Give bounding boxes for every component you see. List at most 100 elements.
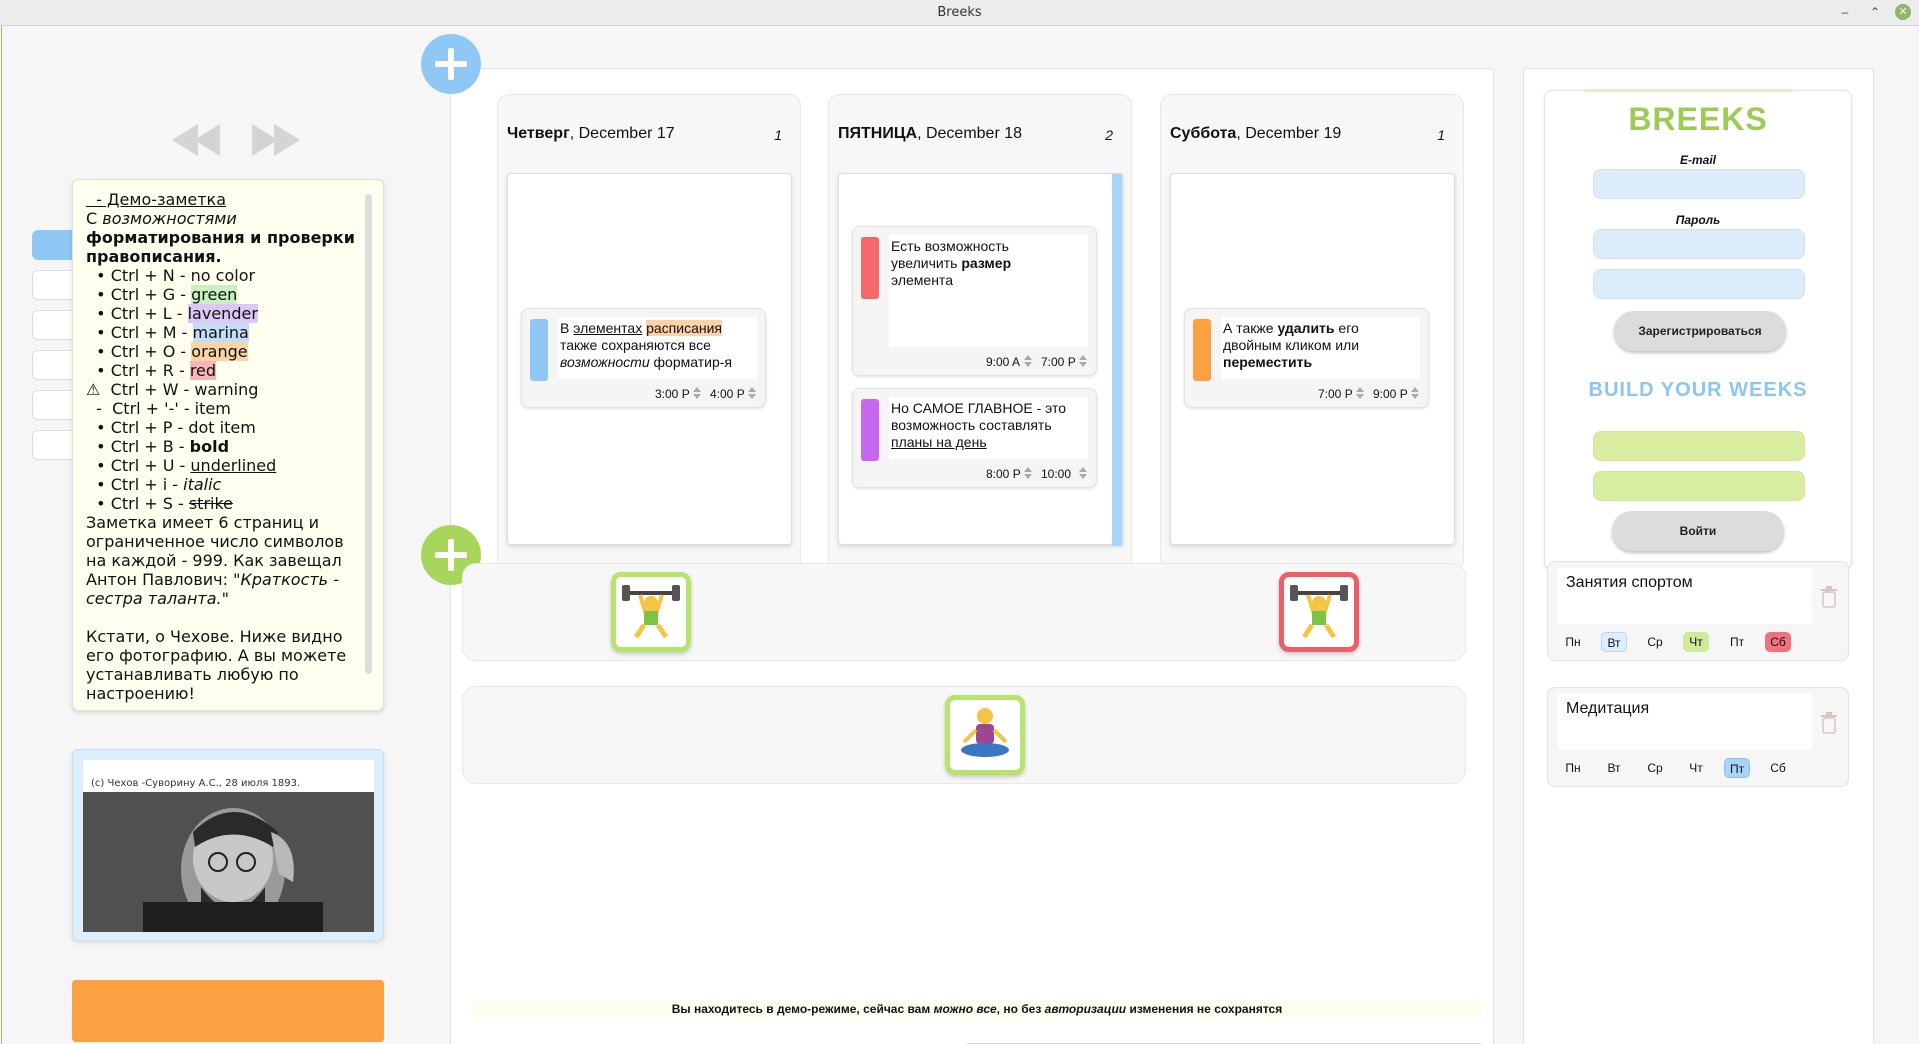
weekday-toggle-sat[interactable]: Сб	[1765, 632, 1791, 652]
element-start-time[interactable]: 8:00 P	[986, 467, 1021, 481]
start-time-spinner[interactable]	[1355, 386, 1365, 400]
end-time-spinner[interactable]	[1078, 354, 1088, 368]
element-text[interactable]: В элементах расписания также сохраняются…	[558, 317, 757, 379]
delete-habit-button[interactable]	[1820, 586, 1838, 608]
note-line: • Ctrl + R - red	[86, 361, 369, 380]
day-scrollbar[interactable]	[1112, 174, 1122, 546]
previous-week-button[interactable]	[170, 122, 226, 158]
note-text: на каждой - 999. Как завещал	[86, 551, 342, 570]
note-text: ограниченное число символов	[86, 532, 344, 551]
next-week-button[interactable]	[250, 122, 306, 158]
weekday-toggle-thu[interactable]: Чт	[1683, 758, 1709, 778]
day-schedule[interactable]: А также удалить его двойным кликом или п…	[1170, 173, 1455, 545]
element-color-bar[interactable]	[861, 237, 879, 299]
note-text: правописания.	[86, 247, 222, 266]
password-confirm-field[interactable]	[1593, 269, 1805, 299]
schedule-element[interactable]: А также удалить его двойным кликом или п…	[1184, 308, 1429, 408]
close-button[interactable]: ✕	[1895, 4, 1911, 20]
element-color-bar[interactable]	[530, 319, 548, 381]
register-button[interactable]: Зарегистрироваться	[1614, 311, 1786, 351]
end-time-spinner[interactable]	[1078, 466, 1088, 480]
note-page-tab-4[interactable]	[32, 350, 72, 380]
weekday-toggle-mon[interactable]: Пн	[1560, 632, 1586, 652]
login-button[interactable]: Войти	[1612, 511, 1784, 551]
meditation-icon	[961, 708, 1009, 757]
element-text-part: форматир-я	[649, 354, 732, 370]
note-editor[interactable]: - Демо-заметка С возможностями форматиро…	[72, 179, 384, 711]
minimize-button[interactable]: –	[1836, 3, 1854, 21]
element-text[interactable]: Но САМОЕ ГЛАВНОЕ - это возможность соста…	[889, 397, 1088, 459]
note-text: ⚠ Ctrl + W - warning	[86, 380, 259, 399]
element-end-time[interactable]: 10:00	[1041, 467, 1071, 481]
note-page-tab-6[interactable]	[32, 430, 72, 460]
start-time-spinner[interactable]	[1023, 466, 1033, 480]
note-line: Антон Павлович: "Краткость -	[86, 570, 369, 589]
weekday-toggle-mon[interactable]: Пн	[1560, 758, 1586, 778]
end-time-spinner[interactable]	[1410, 386, 1420, 400]
habit-name-field[interactable]: Медитация	[1558, 694, 1812, 750]
schedule-element[interactable]: В элементах расписания также сохраняются…	[521, 308, 766, 408]
delete-habit-button[interactable]	[1820, 712, 1838, 734]
weekday-toggle-fri[interactable]: Пт	[1724, 758, 1750, 778]
element-end-time[interactable]: 7:00 P	[1041, 355, 1076, 369]
note-text: настроению!	[86, 684, 195, 703]
weekday-toggle-tue[interactable]: Вт	[1601, 632, 1627, 652]
element-start-time[interactable]: 9:00 A	[986, 355, 1020, 369]
note-text: • Ctrl + P - dot item	[86, 418, 256, 437]
habit-mark-friday[interactable]	[945, 695, 1025, 775]
portrait-image	[83, 792, 374, 932]
element-color-bar[interactable]	[1193, 319, 1211, 381]
element-text-part: А также	[1223, 320, 1278, 336]
note-text: underlined	[190, 456, 277, 475]
day-task-count: 1	[774, 127, 782, 143]
element-start-time[interactable]: 7:00 P	[1318, 387, 1353, 401]
note-text: • Ctrl + S -	[86, 494, 189, 513]
note-line: • Ctrl + U - underlined	[86, 456, 369, 475]
note-line: - Демо-заметка	[86, 190, 369, 209]
note-text: green	[191, 285, 238, 304]
demo-mode-banner: Вы находитесь в демо-режиме, сейчас вам …	[472, 1000, 1482, 1018]
image-card[interactable]: (c) Чехов -Суворину А.С., 28 июля 1893.	[72, 749, 384, 941]
start-time-spinner[interactable]	[1023, 354, 1033, 368]
note-color-block[interactable]	[72, 980, 384, 1042]
note-line: устанавливать любую по	[86, 665, 369, 684]
weekday-toggle-sat[interactable]: Сб	[1765, 758, 1791, 778]
weekday-toggle-fri[interactable]: Пт	[1724, 632, 1750, 652]
add-day-button[interactable]	[421, 34, 481, 94]
schedule-element[interactable]: Но САМОЕ ГЛАВНОЕ - это возможность соста…	[852, 388, 1097, 488]
note-scrollbar[interactable]	[365, 194, 372, 674]
day-schedule[interactable]: Есть возможность увеличить размер элемен…	[838, 173, 1123, 546]
note-page-tab-5[interactable]	[32, 390, 72, 420]
weekday-toggle-thu[interactable]: Чт	[1683, 632, 1709, 652]
image-frame: (c) Чехов -Суворину А.С., 28 июля 1893.	[83, 760, 374, 932]
day-schedule[interactable]: В элементах расписания также сохраняются…	[507, 173, 792, 545]
element-text[interactable]: Есть возможность увеличить размер элемен…	[889, 235, 1088, 347]
element-color-bar[interactable]	[861, 399, 879, 461]
weekday-toggle-wed[interactable]: Ср	[1642, 758, 1668, 778]
day-task-count: 2	[1105, 127, 1113, 143]
note-page-tab-3[interactable]	[32, 310, 72, 340]
plus-icon	[421, 34, 481, 94]
schedule-element[interactable]: Есть возможность увеличить размер элемен…	[852, 226, 1097, 376]
maximize-button[interactable]: ⌃	[1866, 3, 1884, 21]
element-end-time[interactable]: 4:00 P	[710, 387, 745, 401]
element-text[interactable]: А также удалить его двойным кликом или п…	[1221, 317, 1420, 379]
note-page-tab-2[interactable]	[32, 270, 72, 300]
element-end-time[interactable]: 9:00 P	[1373, 387, 1408, 401]
login-email-field[interactable]	[1593, 431, 1805, 461]
fast-forward-icon	[252, 124, 300, 156]
habit-mark-thursday[interactable]	[611, 572, 691, 652]
note-page-tab-1[interactable]	[32, 230, 72, 260]
password-field[interactable]	[1593, 229, 1805, 259]
email-field[interactable]	[1593, 169, 1805, 199]
login-password-field[interactable]	[1593, 471, 1805, 501]
weekday-toggle-tue[interactable]: Вт	[1601, 758, 1627, 778]
habit-mark-saturday[interactable]	[1279, 572, 1359, 652]
weekday-toggle-wed[interactable]: Ср	[1642, 632, 1668, 652]
note-text: red	[189, 361, 217, 380]
element-start-time[interactable]: 3:00 P	[655, 387, 690, 401]
habit-name-field[interactable]: Занятия спортом	[1558, 568, 1812, 624]
end-time-spinner[interactable]	[747, 386, 757, 400]
note-text: • Ctrl + N - no color	[86, 266, 256, 285]
start-time-spinner[interactable]	[692, 386, 702, 400]
